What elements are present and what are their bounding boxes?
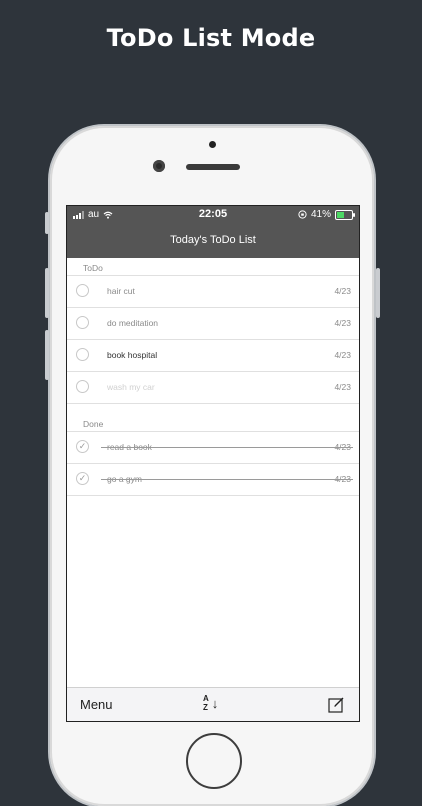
strikethrough-line xyxy=(101,447,353,448)
earpiece-speaker xyxy=(186,164,240,170)
orientation-lock-icon xyxy=(298,210,307,219)
list-divider xyxy=(67,495,359,496)
checkmark-circle-icon[interactable]: ✓ xyxy=(76,472,89,485)
nav-title: Today's ToDo List xyxy=(67,223,359,258)
home-button[interactable] xyxy=(186,733,242,789)
proximity-sensor xyxy=(209,141,216,148)
app-screen: au 22:05 41% Today's ToDo List ToDo hair… xyxy=(66,205,360,722)
battery-icon xyxy=(335,209,355,220)
todo-section-label: ToDo xyxy=(83,263,103,273)
done-row[interactable]: ✓ go a gym 4/23 xyxy=(67,463,359,495)
page-headline: ToDo List Mode xyxy=(106,24,316,52)
checkmark-circle-icon[interactable]: ✓ xyxy=(76,440,89,453)
checkbox-circle-icon[interactable] xyxy=(76,380,89,393)
status-bar: au 22:05 41% xyxy=(67,206,359,223)
sort-letter-a: A xyxy=(203,694,209,703)
done-section-label: Done xyxy=(83,419,104,429)
sort-arrow: ↓ xyxy=(211,695,219,711)
menu-button[interactable]: Menu xyxy=(80,697,113,712)
todo-date: 4/23 xyxy=(334,382,351,392)
todo-title: book hospital xyxy=(107,350,158,360)
todo-title: do meditation xyxy=(107,318,159,328)
mute-switch xyxy=(45,212,49,234)
todo-row[interactable]: hair cut 4/23 xyxy=(67,275,359,307)
compose-icon[interactable] xyxy=(328,696,345,713)
volume-down-button xyxy=(45,330,49,380)
battery-percent: 41% xyxy=(310,209,331,220)
todo-date: 4/23 xyxy=(334,350,351,360)
sort-az-icon[interactable]: A Z ↓ xyxy=(203,694,218,712)
todo-row[interactable]: do meditation 4/23 xyxy=(67,307,359,339)
status-right: 41% xyxy=(298,209,355,220)
checkbox-circle-icon[interactable] xyxy=(76,348,89,361)
sort-letter-z: Z xyxy=(203,703,208,712)
front-camera xyxy=(153,160,165,172)
strikethrough-line xyxy=(101,479,353,480)
todo-date: 4/23 xyxy=(334,318,351,328)
volume-up-button xyxy=(45,268,49,318)
todo-title: hair cut xyxy=(107,286,135,296)
todo-title: wash my car xyxy=(107,382,155,392)
todo-date: 4/23 xyxy=(334,286,351,296)
todo-row[interactable]: wash my car 4/23 xyxy=(67,371,359,403)
checkbox-circle-icon[interactable] xyxy=(76,316,89,329)
bottom-toolbar: Menu A Z ↓ xyxy=(67,687,359,721)
done-row[interactable]: ✓ read a book 4/23 xyxy=(67,431,359,463)
checkbox-circle-icon[interactable] xyxy=(76,284,89,297)
todo-row[interactable]: book hospital 4/23 xyxy=(67,339,359,371)
power-button xyxy=(376,268,380,318)
